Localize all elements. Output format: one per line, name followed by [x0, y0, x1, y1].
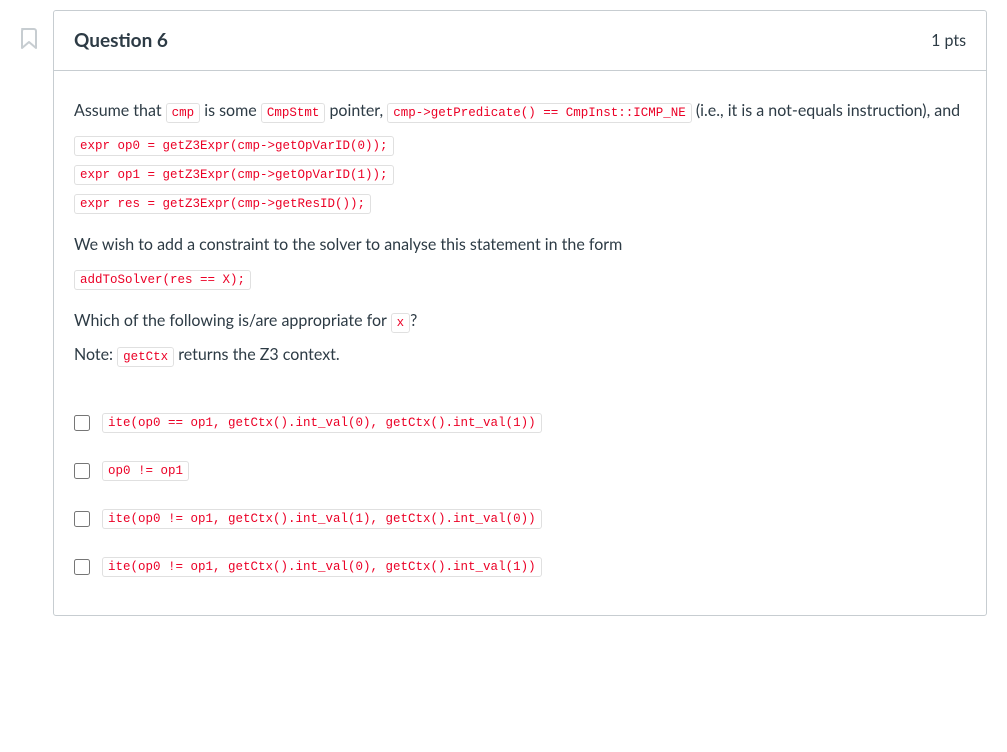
code-inline-cmp: cmp [166, 103, 201, 123]
paragraph-intro: Assume that cmp is some CmpStmt pointer,… [74, 99, 966, 124]
code-line: expr op0 = getZ3Expr(cmp->getOpVarID(0))… [74, 136, 394, 156]
option-row: ite(op0 != op1, getCtx().int_val(0), get… [74, 547, 966, 587]
code-block-area: expr op0 = getZ3Expr(cmp->getOpVarID(0))… [74, 134, 966, 221]
paragraph-constraint: We wish to add a constraint to the solve… [74, 233, 966, 258]
question-title: Question 6 [74, 29, 168, 52]
option-row: ite(op0 == op1, getCtx().int_val(0), get… [74, 403, 966, 443]
code-inline-predicate: cmp->getPredicate() == CmpInst::ICMP_NE [387, 103, 692, 123]
option-checkbox[interactable] [74, 511, 90, 527]
option-code: ite(op0 != op1, getCtx().int_val(0), get… [102, 557, 542, 577]
code-block-solver: addToSolver(res == X); [74, 268, 966, 297]
code-line-solver: addToSolver(res == X); [74, 270, 251, 290]
question-body: Assume that cmp is some CmpStmt pointer,… [54, 71, 986, 615]
text: Note: [74, 345, 117, 364]
code-line: expr res = getZ3Expr(cmp->getResID()); [74, 194, 371, 214]
code-inline-cmpstmt: CmpStmt [261, 103, 326, 123]
question-text: Assume that cmp is some CmpStmt pointer,… [74, 99, 966, 368]
option-row: op0 != op1 [74, 451, 966, 491]
option-row: ite(op0 != op1, getCtx().int_val(1), get… [74, 499, 966, 539]
option-checkbox[interactable] [74, 559, 90, 575]
question-container: Question 6 1 pts Assume that cmp is some… [20, 10, 987, 616]
paragraph-question: Which of the following is/are appropriat… [74, 309, 966, 334]
option-code: op0 != op1 [102, 461, 189, 481]
code-inline-getctx: getCtx [117, 347, 174, 367]
question-card: Question 6 1 pts Assume that cmp is some… [53, 10, 987, 616]
text: Which of the following is/are appropriat… [74, 311, 391, 330]
code-line: expr op1 = getZ3Expr(cmp->getOpVarID(1))… [74, 165, 394, 185]
text: returns the Z3 context. [174, 345, 340, 364]
text: ? [410, 311, 417, 330]
code-inline-x: x [391, 313, 411, 333]
option-checkbox[interactable] [74, 463, 90, 479]
option-code: ite(op0 == op1, getCtx().int_val(0), get… [102, 413, 542, 433]
text: (i.e., it is a not-equals instruction), … [692, 101, 960, 120]
options-list: ite(op0 == op1, getCtx().int_val(0), get… [74, 403, 966, 587]
text: Assume that [74, 101, 166, 120]
option-checkbox[interactable] [74, 415, 90, 431]
text: is some [200, 101, 261, 120]
question-points: 1 pts [931, 31, 966, 50]
option-code: ite(op0 != op1, getCtx().int_val(1), get… [102, 509, 542, 529]
text: pointer, [325, 101, 387, 120]
question-header: Question 6 1 pts [54, 11, 986, 71]
paragraph-note: Note: getCtx returns the Z3 context. [74, 343, 966, 368]
bookmark-icon[interactable] [20, 28, 38, 54]
